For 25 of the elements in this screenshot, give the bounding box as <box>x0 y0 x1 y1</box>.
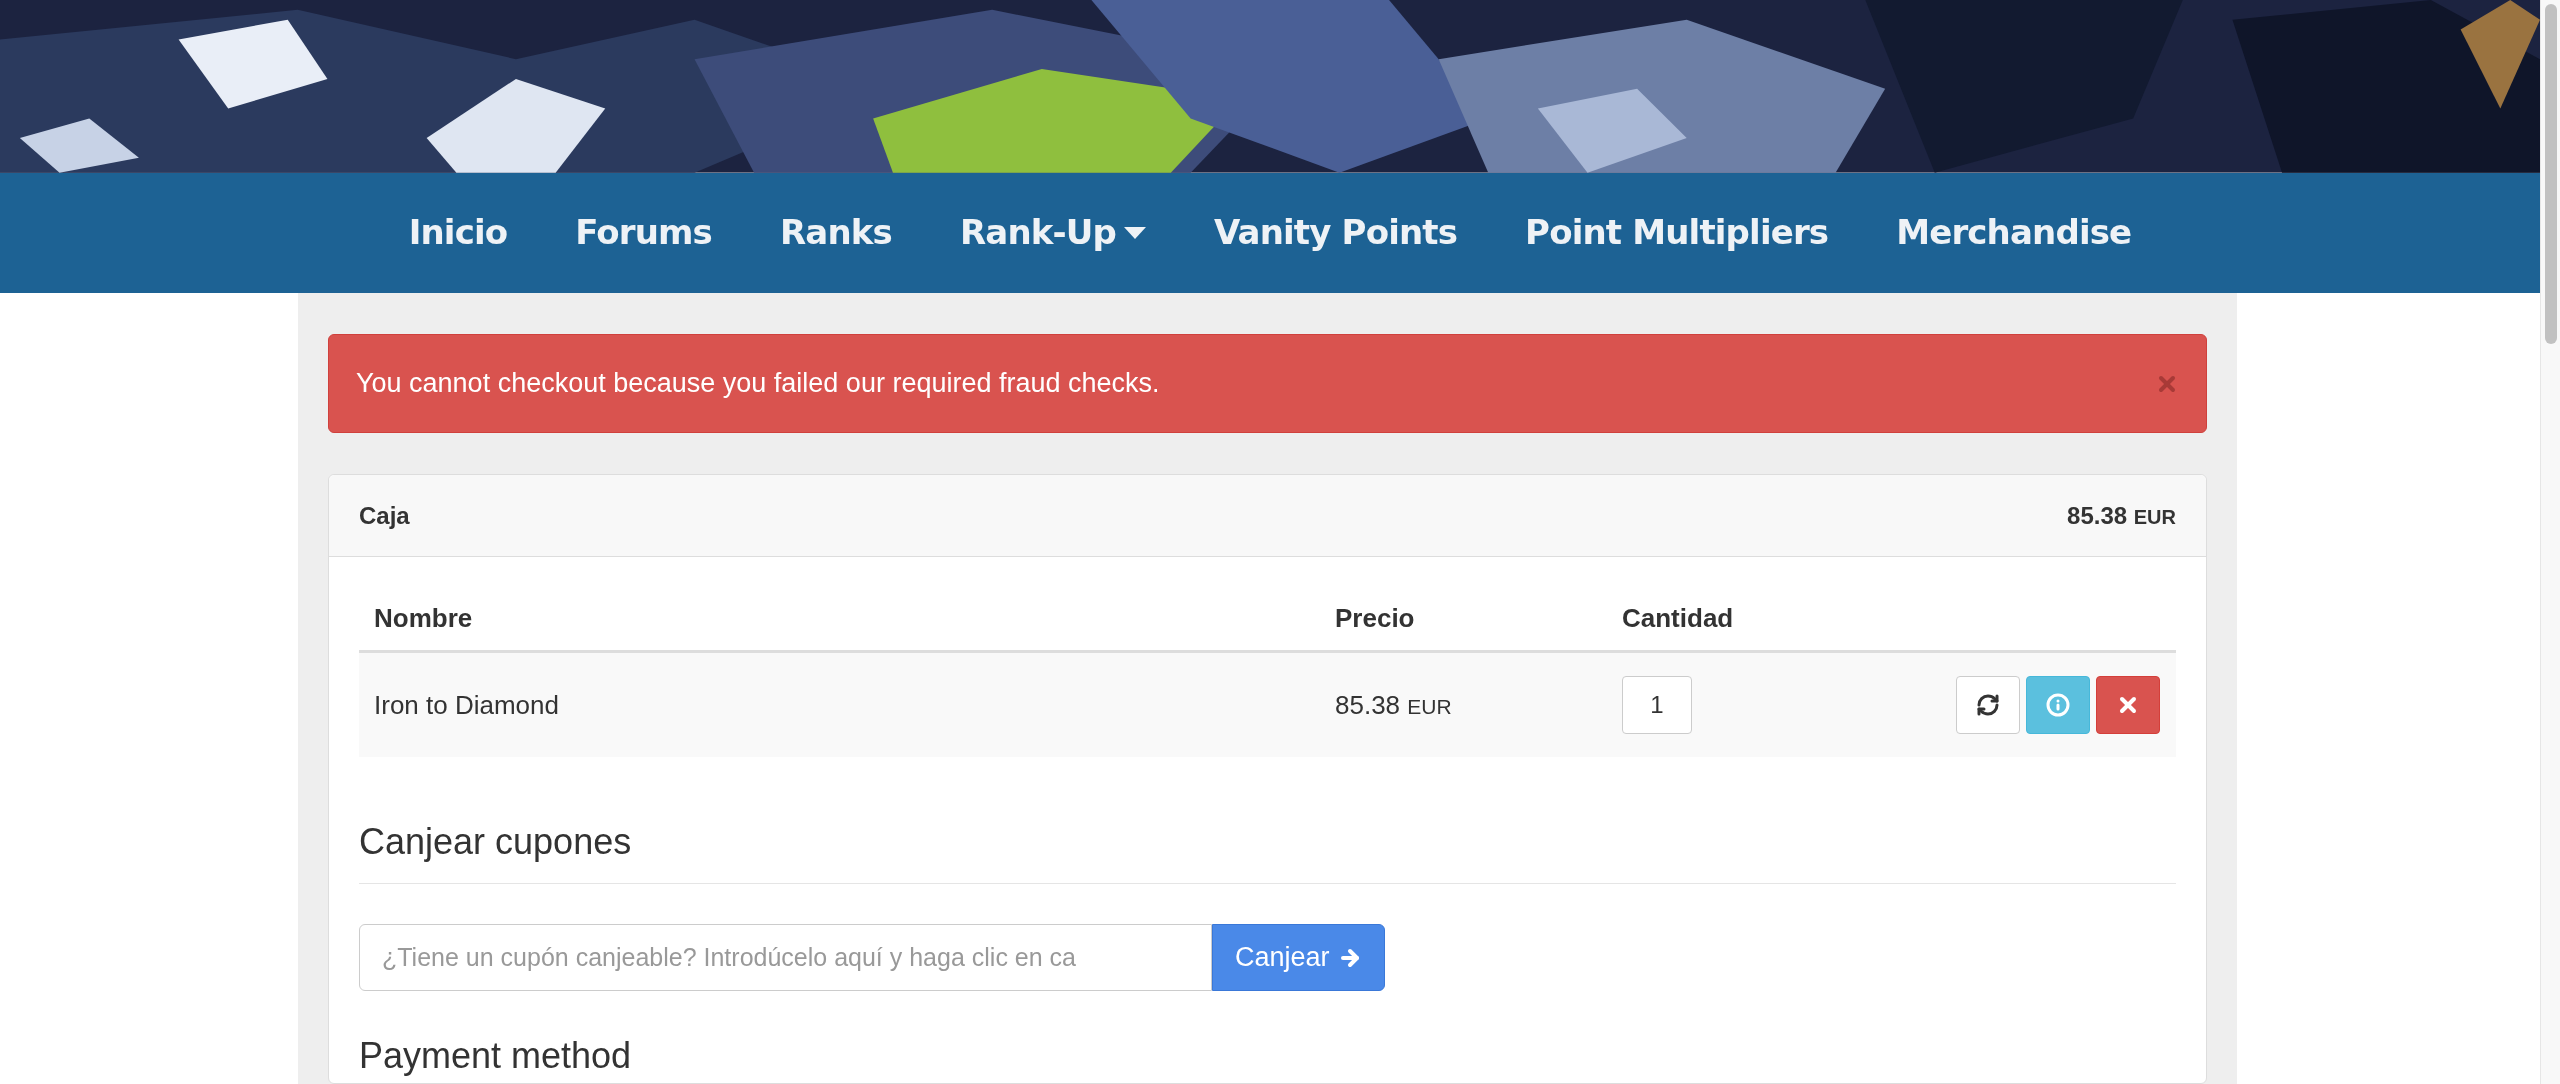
table-cell-text: 85.38 EUR <box>1334 688 1453 722</box>
nav-link[interactable]: Rank-Up <box>959 207 1146 259</box>
coupon-field[interactable]: ¿Tiene un cupón canjeable? Introdúcelo aquí y haga clic en ca <box>359 924 1212 991</box>
nav-link[interactable]: Point Multipliers <box>1525 207 1829 259</box>
refresh-button[interactable] <box>1956 676 2020 734</box>
column-header: Precio <box>1334 602 1416 635</box>
nav-link[interactable]: Vanity Points <box>1214 207 1458 259</box>
table-cell-text: Iron to Diamond <box>373 688 560 722</box>
nav-link[interactable]: Ranks <box>780 207 892 259</box>
alert-message: You cannot checkout because you failed our required fraud checks. <box>356 367 1160 401</box>
section-heading: Canjear cupones <box>359 815 2176 884</box>
cart-total: 85.38 EUR <box>2067 500 2176 531</box>
caret-icon <box>1124 226 1146 239</box>
redeem-button[interactable]: Canjear <box>1212 924 1385 991</box>
nav-link[interactable]: Merchandise <box>1896 207 2132 259</box>
nav-link[interactable]: Inicio <box>408 207 508 259</box>
column-header: Cantidad <box>1621 602 1734 635</box>
nav-link[interactable]: Forums <box>575 207 712 259</box>
refresh-icon <box>1976 693 2000 717</box>
panel-title: Caja <box>359 500 410 531</box>
remove-button[interactable] <box>2096 676 2160 734</box>
section-heading: Payment method <box>359 1034 633 1078</box>
column-header: Nombre <box>373 602 474 635</box>
quantity-field[interactable]: 1 <box>1622 676 1692 734</box>
info-icon <box>2046 693 2070 717</box>
